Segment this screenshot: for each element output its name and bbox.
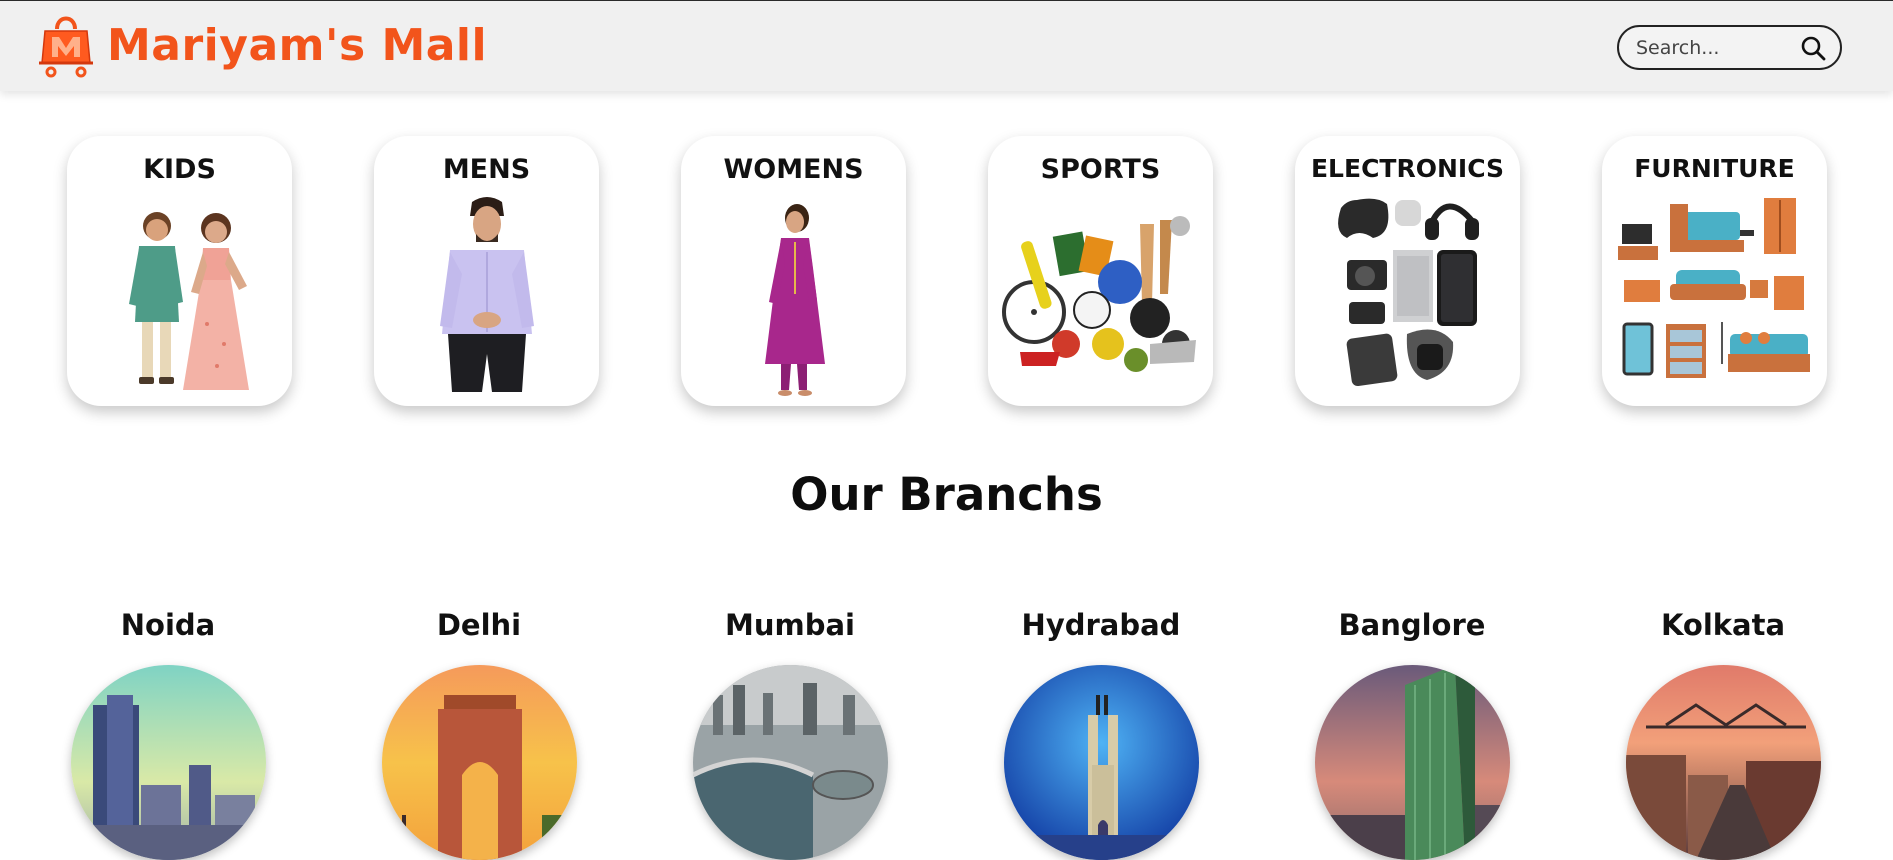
brand[interactable]: Mariyam's Mall (37, 10, 487, 80)
brand-name: Mariyam's Mall (107, 19, 488, 71)
category-label: FURNITURE (1634, 154, 1795, 183)
category-label: KIDS (143, 154, 216, 185)
category-card-electronics[interactable]: ELECTRONICS (1295, 136, 1520, 406)
bangalore-skyscraper-photo (1315, 665, 1510, 860)
branch-mumbai[interactable]: Mumbai (690, 608, 890, 860)
branch-bangalore[interactable]: Banglore (1312, 608, 1512, 860)
category-label: SPORTS (1040, 154, 1161, 185)
branch-name: Delhi (436, 608, 522, 642)
branch-name: Banglore (1338, 608, 1486, 642)
category-label: ELECTRONICS (1310, 154, 1505, 183)
noida-skyline-photo (71, 665, 266, 860)
category-card-womens[interactable]: WOMENS (681, 136, 906, 406)
kids-icon (129, 212, 249, 390)
delhi-india-gate-photo (382, 665, 577, 860)
category-card-kids[interactable]: KIDS (67, 136, 292, 406)
branch-name: Kolkata (1660, 608, 1786, 642)
sports-equipment-icon (1002, 216, 1196, 372)
search-input[interactable] (1634, 35, 1798, 60)
branch-hyderabad[interactable]: Hydrabad (1001, 608, 1201, 860)
branch-noida[interactable]: Noida (68, 608, 268, 860)
kolkata-howrah-bridge-photo (1626, 665, 1821, 860)
branch-kolkata[interactable]: Kolkata (1623, 608, 1823, 860)
top-header: Mariyam's Mall (0, 0, 1893, 91)
branches-heading: Our Branchs (790, 468, 1103, 521)
category-card-furniture[interactable]: FURNITURE (1602, 136, 1827, 406)
men-shirt-icon (440, 197, 534, 392)
category-cards: KIDS MENS WOMENS SPORTS ELECTRONICS FURN… (0, 136, 1893, 406)
branch-name: Mumbai (725, 608, 855, 642)
furniture-set-icon (1618, 198, 1810, 378)
category-label: WOMENS (723, 154, 864, 185)
electronics-gadgets-icon (1338, 198, 1479, 387)
search-icon[interactable] (1798, 33, 1828, 63)
branch-delhi[interactable]: Delhi (379, 608, 579, 860)
branch-name: Noida (120, 608, 216, 642)
shopping-bag-cart-logo (39, 16, 93, 78)
branch-name: Hydrabad (1021, 608, 1181, 642)
category-card-mens[interactable]: MENS (374, 136, 599, 406)
hyderabad-charminar-photo (1004, 665, 1199, 860)
search-box (1617, 25, 1842, 70)
women-kurta-icon (765, 204, 825, 396)
mumbai-marine-drive-photo (693, 665, 888, 860)
category-label: MENS (442, 154, 531, 185)
category-card-sports[interactable]: SPORTS (988, 136, 1213, 406)
